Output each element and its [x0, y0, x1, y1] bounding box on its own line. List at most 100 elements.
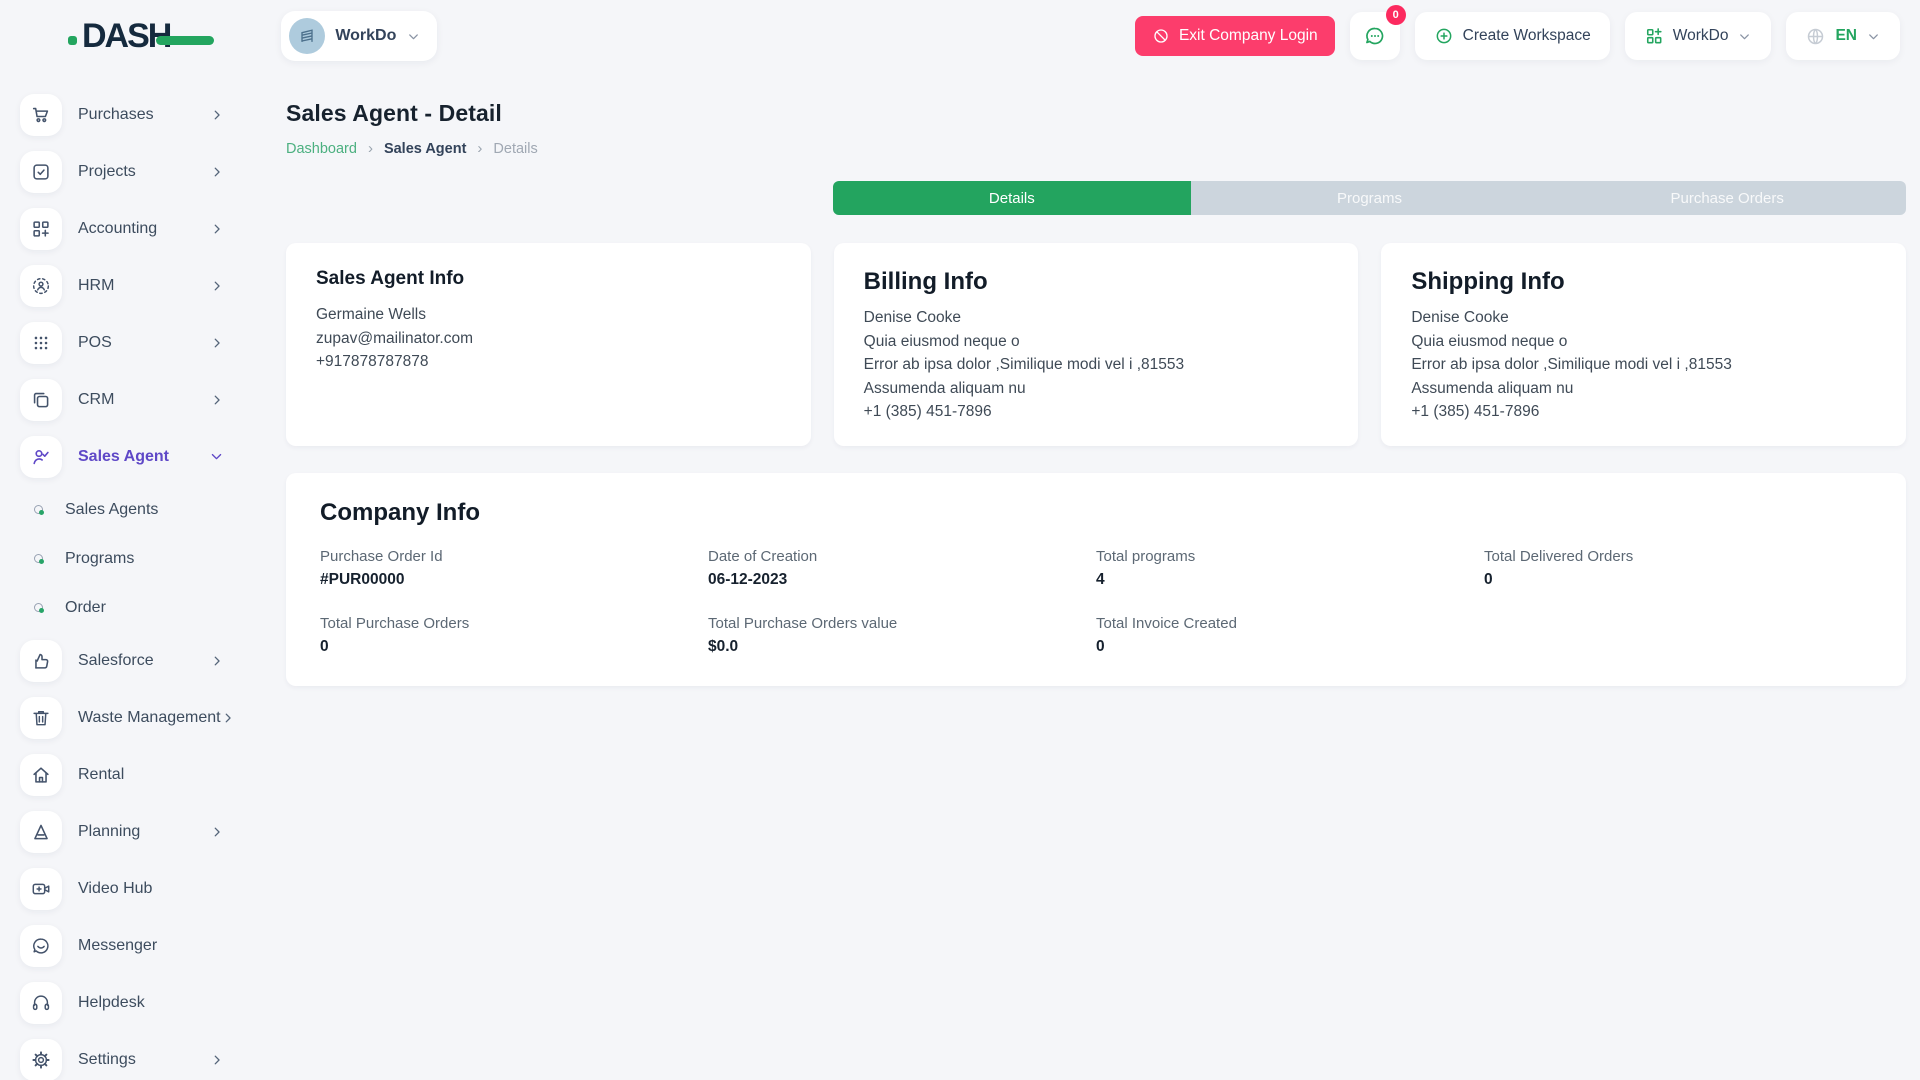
gear-icon: [20, 1039, 62, 1080]
sidebar-item-label: Sales Agent: [78, 448, 209, 466]
sidebar-item-salesforce[interactable]: Salesforce: [0, 632, 250, 689]
dots-grid-icon: [20, 322, 62, 364]
breadcrumb: Dashboard Sales Agent Details: [286, 140, 1906, 157]
sidebar-subitem-programs[interactable]: Programs: [0, 534, 250, 583]
sidebar-item-messenger[interactable]: Messenger: [0, 917, 250, 974]
tab-programs[interactable]: Programs: [1191, 181, 1549, 215]
language-selector[interactable]: EN: [1786, 12, 1900, 60]
sidebar-item-label: Salesforce: [78, 652, 210, 670]
billing-address-line: Quia eiusmod neque o: [864, 330, 1329, 354]
breadcrumb-dashboard-link[interactable]: Dashboard: [286, 141, 357, 157]
shipping-info-card: Shipping Info Denise Cooke Quia eiusmod …: [1381, 243, 1906, 446]
sidebar-item-waste-management[interactable]: Waste Management: [0, 689, 250, 746]
sidebar-item-video-hub[interactable]: Video Hub: [0, 860, 250, 917]
company-menu-button[interactable]: WorkDo: [1625, 12, 1772, 60]
card-title: Sales Agent Info: [316, 268, 781, 290]
tab-details[interactable]: Details: [833, 181, 1191, 215]
chevron-right-icon: [210, 1053, 224, 1067]
bullet-icon: [34, 554, 43, 563]
chevron-down-icon: [1737, 29, 1752, 44]
breadcrumb-separator: [477, 140, 482, 157]
sidebar-item-sales-agent[interactable]: Sales Agent: [0, 428, 250, 485]
thumbs-up-icon: [20, 640, 62, 682]
create-workspace-button[interactable]: Create Workspace: [1415, 12, 1610, 60]
field-value: 06-12-2023: [708, 571, 1096, 589]
chevron-down-icon: [209, 449, 224, 464]
sidebar-item-label: Rental: [78, 766, 224, 784]
field-value: 0: [1096, 638, 1484, 656]
company-field: Total Invoice Created 0: [1096, 615, 1484, 656]
field-value: 4: [1096, 571, 1484, 589]
company-info-card: Company Info Purchase Order Id #PUR00000…: [286, 473, 1906, 686]
sidebar-subitem-label: Sales Agents: [65, 501, 158, 519]
company-field: Total programs 4: [1096, 548, 1484, 589]
field-value: $0.0: [708, 638, 1096, 656]
person-check-icon: [20, 436, 62, 478]
exit-company-login-button[interactable]: Exit Company Login: [1135, 16, 1335, 56]
chevron-down-icon: [1866, 29, 1881, 44]
billing-name: Denise Cooke: [864, 306, 1329, 330]
field-value: 0: [1484, 571, 1872, 589]
sidebar-subitem-sales-agents[interactable]: Sales Agents: [0, 485, 250, 534]
shipping-address-line: Error ab ipsa dolor ,Similique modi vel …: [1411, 353, 1876, 377]
sidebar-item-accounting[interactable]: Accounting: [0, 200, 250, 257]
card-title: Company Info: [320, 499, 1872, 527]
messages-button[interactable]: 0: [1350, 12, 1400, 60]
bullet-icon: [34, 603, 43, 612]
billing-phone: +1 (385) 451-7896: [864, 400, 1329, 424]
detail-tabs: Details Programs Purchase Orders: [833, 181, 1906, 215]
chevron-right-icon: [210, 165, 224, 179]
sidebar-item-label: Accounting: [78, 220, 210, 238]
tab-purchase-orders[interactable]: Purchase Orders: [1548, 181, 1906, 215]
sidebar-item-helpdesk[interactable]: Helpdesk: [0, 974, 250, 1031]
sidebar-item-purchases[interactable]: Purchases: [0, 86, 250, 143]
field-label: Total Invoice Created: [1096, 615, 1484, 632]
company-field: Total Purchase Orders 0: [320, 615, 708, 656]
sidebar-subitem-label: Programs: [65, 550, 134, 568]
sidebar-item-projects[interactable]: Projects: [0, 143, 250, 200]
sidebar-item-settings[interactable]: Settings: [0, 1031, 250, 1080]
sidebar-item-pos[interactable]: POS: [0, 314, 250, 371]
sidebar-item-label: CRM: [78, 391, 210, 409]
field-label: Total Purchase Orders value: [708, 615, 1096, 632]
sidebar-item-crm[interactable]: CRM: [0, 371, 250, 428]
sidebar-item-label: Video Hub: [78, 880, 224, 898]
dash-logo[interactable]: DASH: [68, 17, 170, 56]
chevron-right-icon: [210, 336, 224, 350]
chevron-right-icon: [210, 825, 224, 839]
sidebar-item-hrm[interactable]: HRM: [0, 257, 250, 314]
workspace-switcher[interactable]: WorkDo: [281, 11, 437, 61]
workspace-avatar: [289, 18, 325, 54]
sidebar-item-rental[interactable]: Rental: [0, 746, 250, 803]
exit-button-label: Exit Company Login: [1179, 27, 1318, 45]
sidebar-item-label: Settings: [78, 1051, 210, 1069]
topbar: DASH WorkDo Exit Company Login 0 Create …: [0, 0, 1920, 72]
workspace-label: WorkDo: [335, 27, 396, 45]
agent-name: Germaine Wells: [316, 303, 781, 327]
chat-bubble-icon: [20, 925, 62, 967]
plus-circle-icon: [1434, 26, 1454, 46]
main-content: Sales Agent - Detail Dashboard Sales Age…: [250, 72, 1920, 1080]
billing-address-line: Assumenda aliquam nu: [864, 377, 1329, 401]
video-camera-icon: [20, 868, 62, 910]
trash-icon: [20, 697, 62, 739]
card-title: Billing Info: [864, 268, 1329, 296]
apps-grid-icon: [1644, 26, 1664, 46]
billing-info-card: Billing Info Denise Cooke Quia eiusmod n…: [834, 243, 1359, 446]
sidebar-item-label: HRM: [78, 277, 210, 295]
field-label: Date of Creation: [708, 548, 1096, 565]
company-field: Date of Creation 06-12-2023: [708, 548, 1096, 589]
chevron-right-icon: [210, 279, 224, 293]
breadcrumb-section: Sales Agent: [384, 141, 466, 157]
sidebar-subitem-order[interactable]: Order: [0, 583, 250, 632]
field-value: #PUR00000: [320, 571, 708, 589]
chevron-right-icon: [210, 222, 224, 236]
create-workspace-label: Create Workspace: [1463, 27, 1591, 45]
company-menu-label: WorkDo: [1673, 27, 1729, 45]
check-square-icon: [20, 151, 62, 193]
page-title: Sales Agent - Detail: [286, 100, 1906, 127]
field-label: Total programs: [1096, 548, 1484, 565]
field-label: Purchase Order Id: [320, 548, 708, 565]
sidebar-item-planning[interactable]: Planning: [0, 803, 250, 860]
chevron-down-icon: [406, 29, 421, 44]
